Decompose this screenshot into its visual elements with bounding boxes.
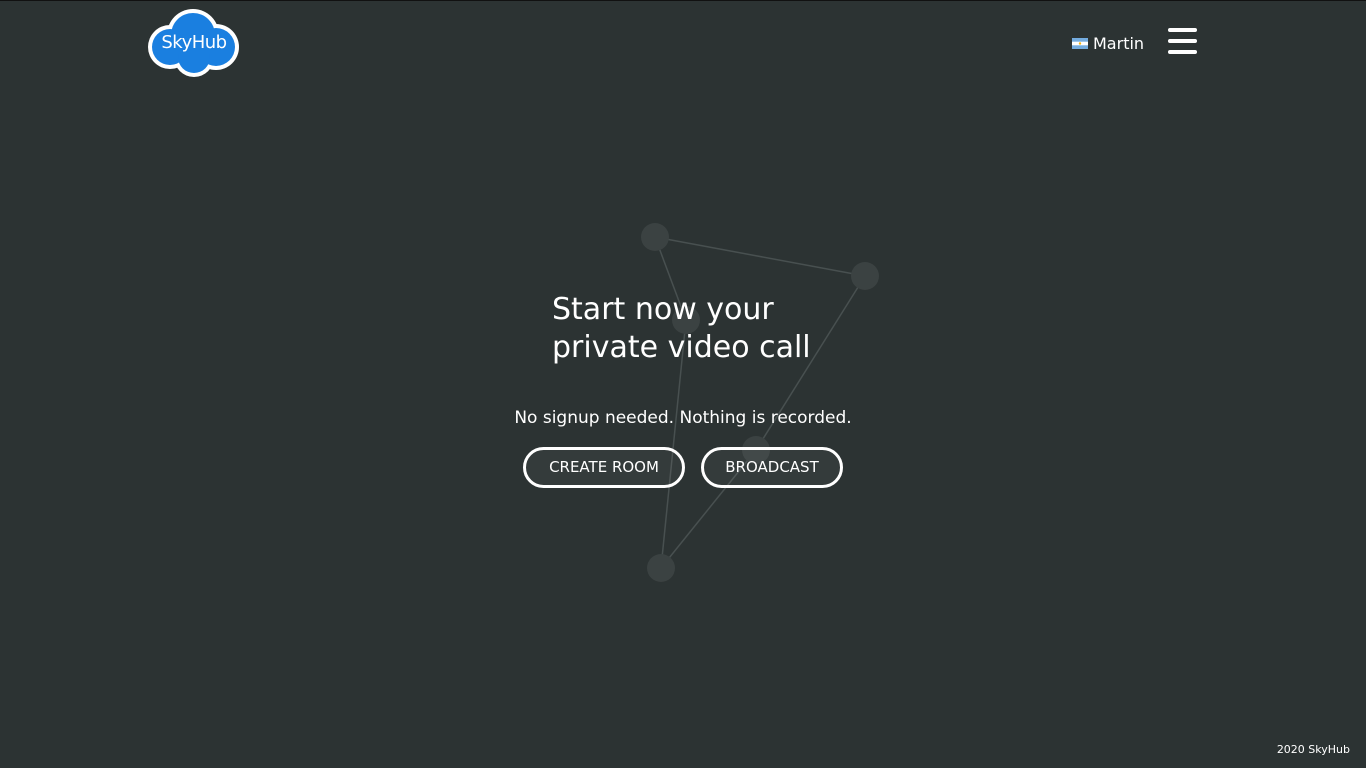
- user-name: Martin: [1093, 33, 1145, 53]
- skyhub-logo[interactable]: SkyHub: [146, 7, 242, 79]
- logo-text: SkyHub: [161, 32, 227, 53]
- footer-copyright: 2020 SkyHub: [1276, 743, 1350, 756]
- network-node: [851, 262, 879, 290]
- broadcast-button[interactable]: BROADCAST: [701, 447, 843, 488]
- hamburger-menu-icon[interactable]: [1168, 28, 1198, 56]
- create-room-button[interactable]: CREATE ROOM: [523, 447, 685, 488]
- user-profile[interactable]: Martin: [1072, 32, 1144, 54]
- headline-line-2: private video call: [552, 330, 811, 365]
- headline-line-1: Start now your: [552, 292, 774, 327]
- argentina-flag-icon: [1072, 37, 1088, 49]
- hero-headline: Start now your private video call: [552, 291, 892, 367]
- page: SkyHub Martin Start now your private vid…: [0, 0, 1366, 768]
- network-node: [647, 554, 675, 582]
- network-graphic: [641, 223, 879, 582]
- network-node: [641, 223, 669, 251]
- hero-subtitle: No signup needed. Nothing is recorded.: [514, 408, 852, 428]
